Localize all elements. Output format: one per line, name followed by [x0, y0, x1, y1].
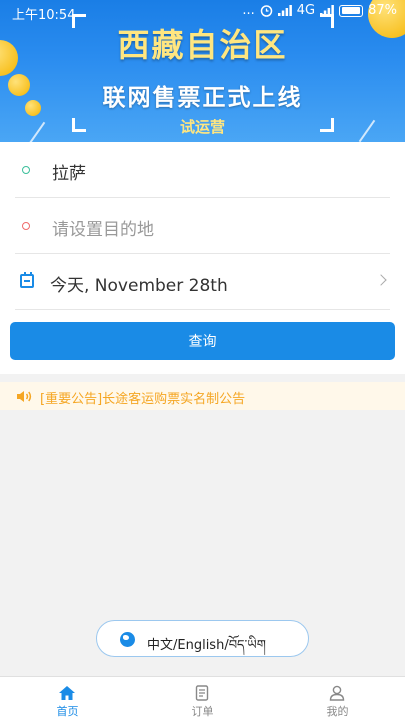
query-button[interactable]: 查询: [10, 322, 395, 360]
search-form: 拉萨 请设置目的地 今天, November 28th 查询: [0, 142, 405, 374]
destination-field[interactable]: 请设置目的地: [52, 215, 154, 240]
calendar-icon: [20, 272, 34, 288]
banner-title: 西藏自治区: [117, 26, 288, 64]
origin-dot-icon: [22, 166, 30, 174]
order-icon: [195, 685, 209, 701]
bottom-tab-bar: 首页 订单 我的: [0, 676, 405, 720]
status-time: 上午10:54: [12, 8, 76, 23]
tab-orders-label: 订单: [191, 705, 214, 718]
tab-home-label: 首页: [56, 705, 79, 718]
status-bar: 上午10:54 ... 4G 87%: [0, 0, 405, 24]
date-row[interactable]: 今天, November 28th: [0, 254, 405, 310]
tab-profile[interactable]: 我的: [270, 677, 405, 720]
origin-field[interactable]: 拉萨: [52, 159, 86, 184]
signal-icon-2: [320, 5, 334, 16]
destination-row[interactable]: 请设置目的地: [0, 198, 405, 254]
profile-icon: [329, 685, 345, 701]
notification-dots: ...: [242, 3, 255, 18]
banner-subtitle: 联网售票正式上线: [102, 84, 303, 111]
chevron-right-icon: [375, 274, 387, 286]
alarm-icon: [260, 5, 272, 17]
network-type: 4G: [296, 3, 316, 18]
signal-icon: [277, 5, 292, 16]
home-icon: [59, 686, 75, 700]
destination-dot-icon: [22, 222, 30, 230]
globe-icon: [120, 632, 135, 647]
announcement-bar[interactable]: [重要公告]长途客运购票实名制公告: [0, 382, 405, 410]
tab-home[interactable]: 首页: [0, 677, 135, 720]
date-field[interactable]: 今天, November 28th: [50, 271, 228, 296]
tab-profile-label: 我的: [326, 705, 349, 718]
language-label: 中文/English/བོད་ཡིག: [147, 638, 266, 653]
language-switcher[interactable]: 中文/English/བོད་ཡིག: [96, 620, 309, 657]
tab-orders[interactable]: 订单: [135, 677, 270, 720]
speaker-icon: [17, 391, 32, 402]
origin-row[interactable]: 拉萨: [0, 142, 405, 198]
banner-tag: 试运营: [179, 118, 225, 136]
announcement-text[interactable]: [重要公告]长途客运购票实名制公告: [40, 388, 245, 407]
battery-icon: [339, 4, 364, 17]
battery-level: 87%: [368, 3, 397, 18]
